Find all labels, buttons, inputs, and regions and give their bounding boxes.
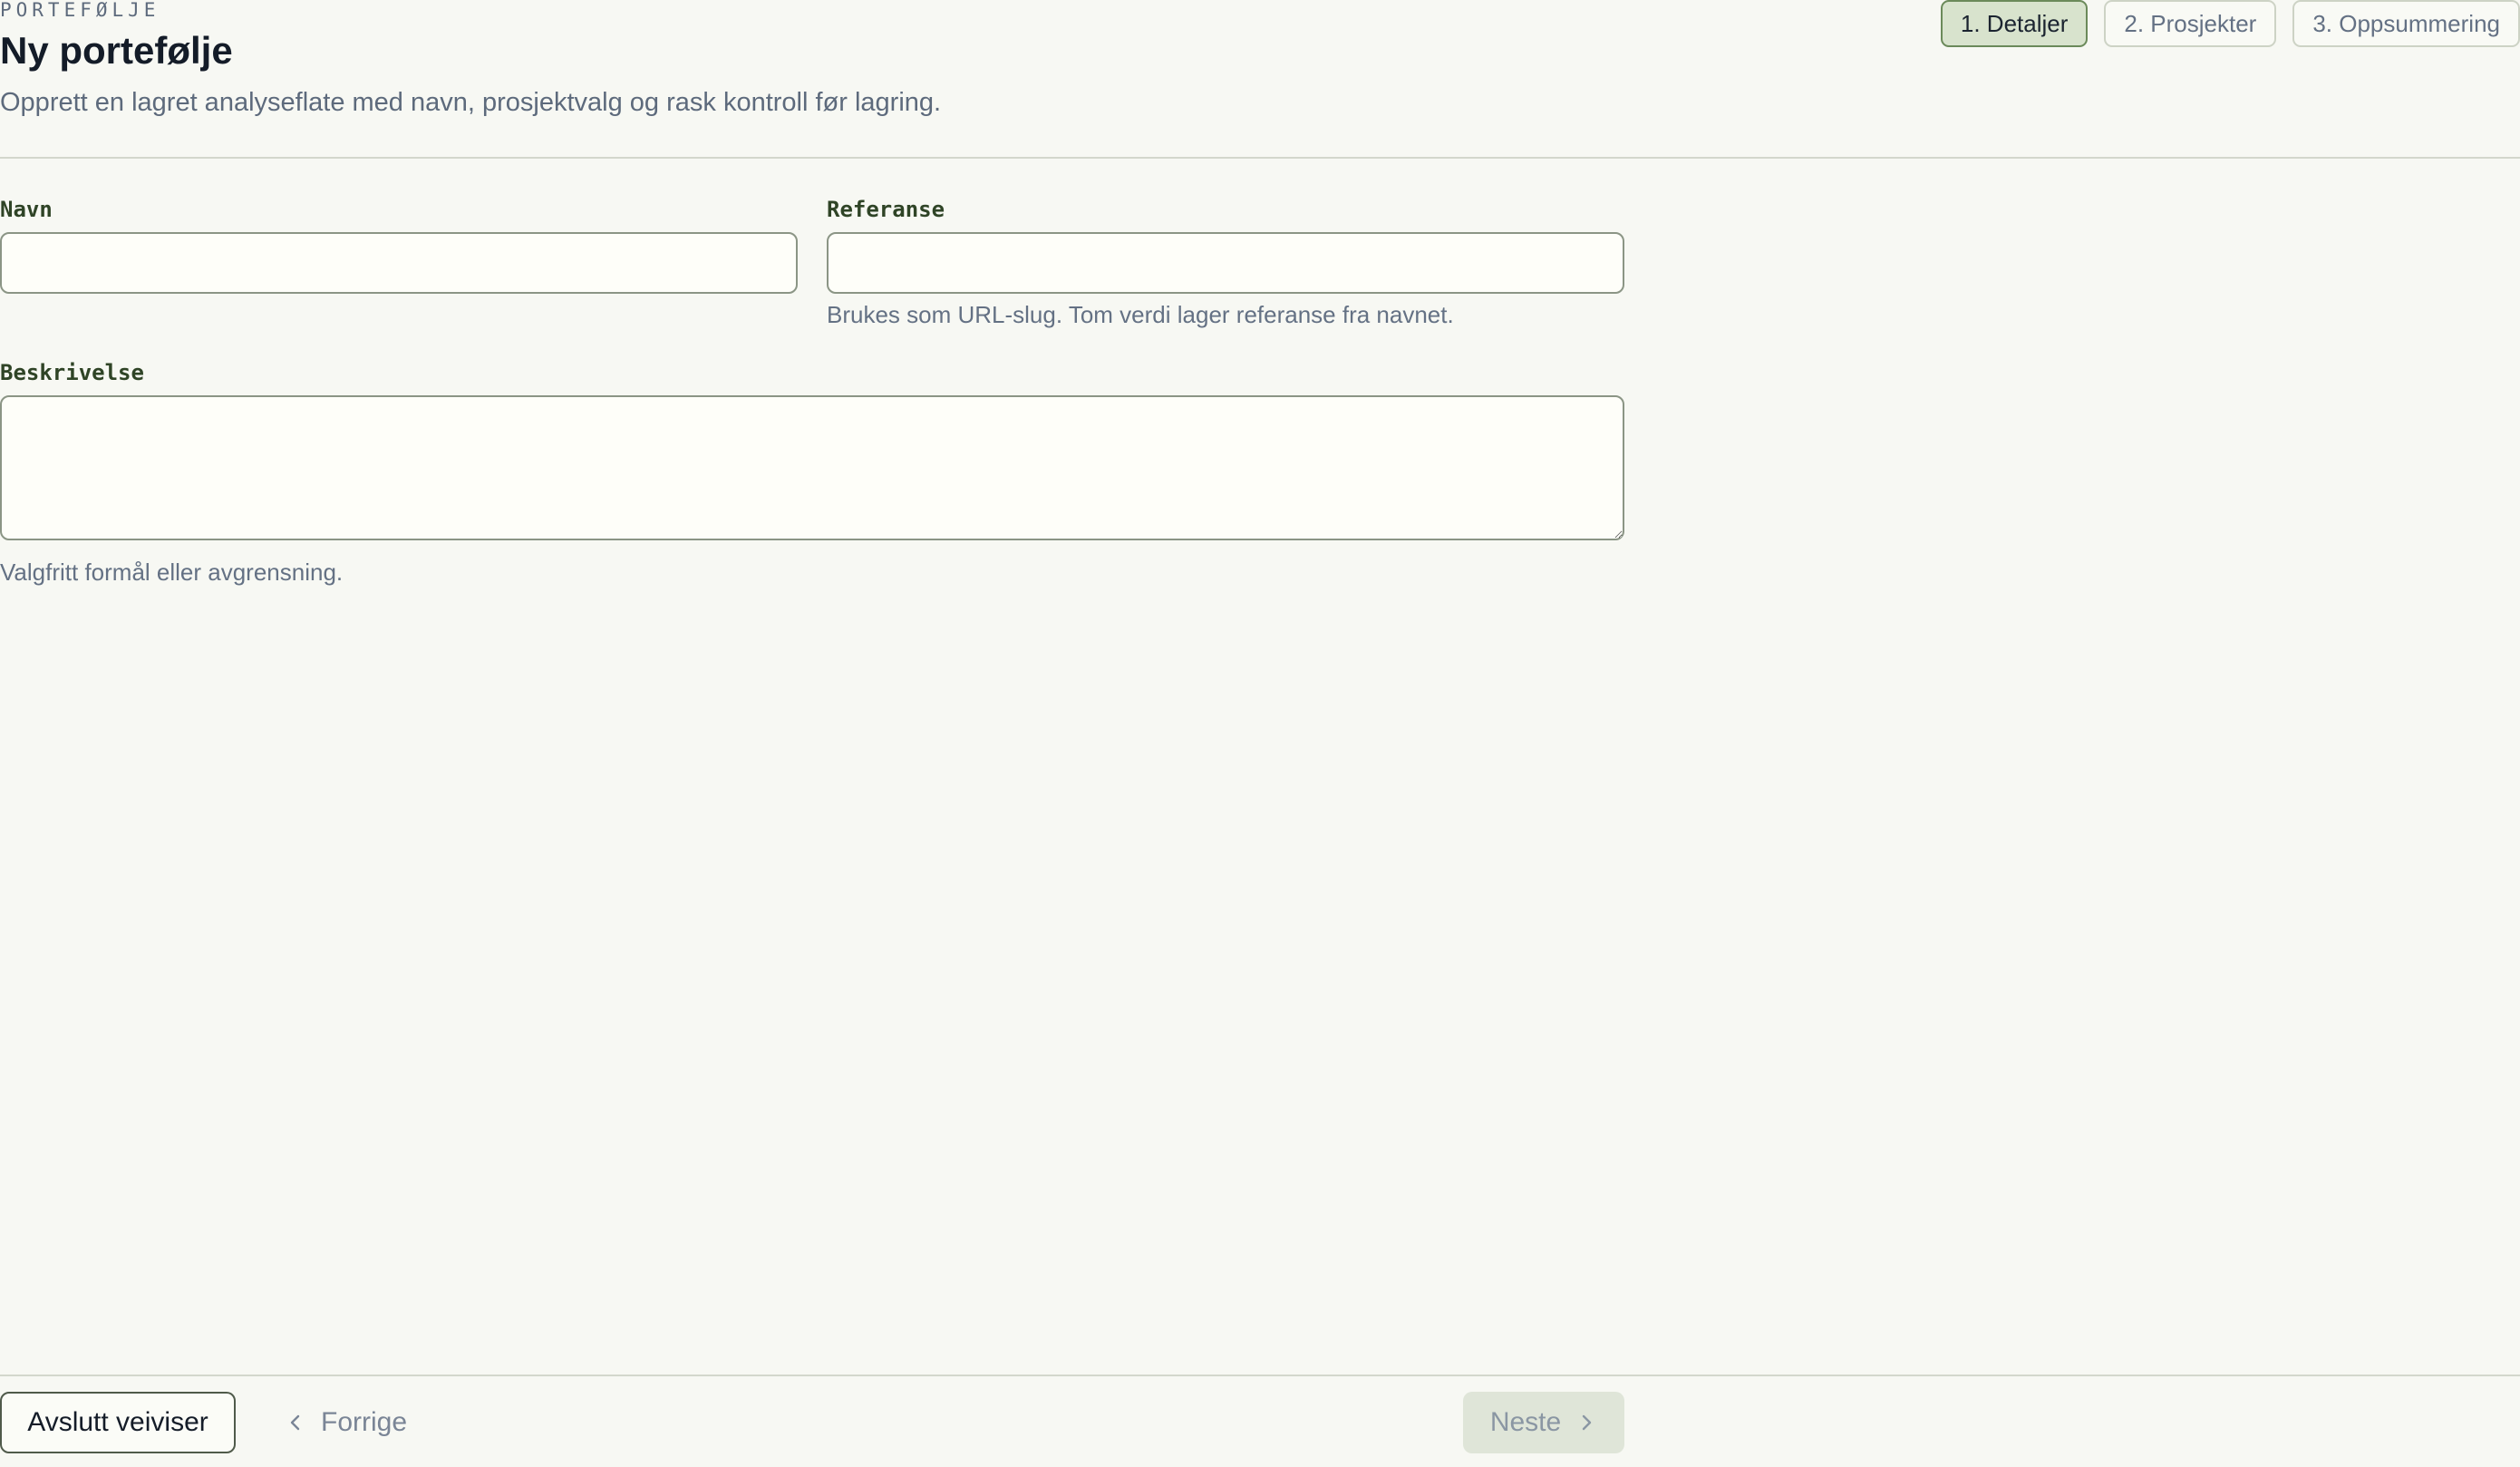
reference-label: Referanse: [827, 197, 945, 222]
header-divider: [0, 157, 2520, 159]
exit-wizard-label: Avslutt veiviser: [27, 1407, 208, 1437]
description-hint: Valgfritt formål eller avgrensning.: [0, 559, 344, 586]
chevron-left-icon: [290, 1414, 300, 1431]
step-details[interactable]: 1. Detaljer: [1940, 0, 2089, 47]
step-summary[interactable]: 3. Oppsummering: [2292, 0, 2520, 47]
previous-label: Forrige: [321, 1407, 408, 1437]
previous-button[interactable]: Forrige: [272, 1392, 420, 1453]
description-label: Beskrivelse: [0, 360, 144, 385]
reference-input[interactable]: [827, 232, 1624, 294]
description-textarea[interactable]: [0, 395, 1624, 540]
next-label: Neste: [1489, 1407, 1562, 1437]
page-title: Ny portefølje: [0, 29, 233, 72]
name-input[interactable]: [0, 232, 798, 294]
exit-wizard-button[interactable]: Avslutt veiviser: [0, 1392, 236, 1453]
reference-hint: Brukes som URL-slug. Tom verdi lager ref…: [827, 301, 1454, 328]
chevron-right-icon: [1582, 1414, 1592, 1431]
step-projects[interactable]: 2. Prosjekter: [2104, 0, 2277, 47]
next-button[interactable]: Neste: [1463, 1392, 1624, 1453]
page-eyebrow: PORTEFØLJE: [0, 0, 160, 21]
page-subtitle: Opprett en lagret analyseflate med navn,…: [0, 88, 942, 117]
wizard-steps: 1. Detaljer 2. Prosjekter 3. Oppsummerin…: [1940, 0, 2520, 47]
name-label: Navn: [0, 197, 53, 222]
footer-divider: [0, 1375, 2520, 1376]
